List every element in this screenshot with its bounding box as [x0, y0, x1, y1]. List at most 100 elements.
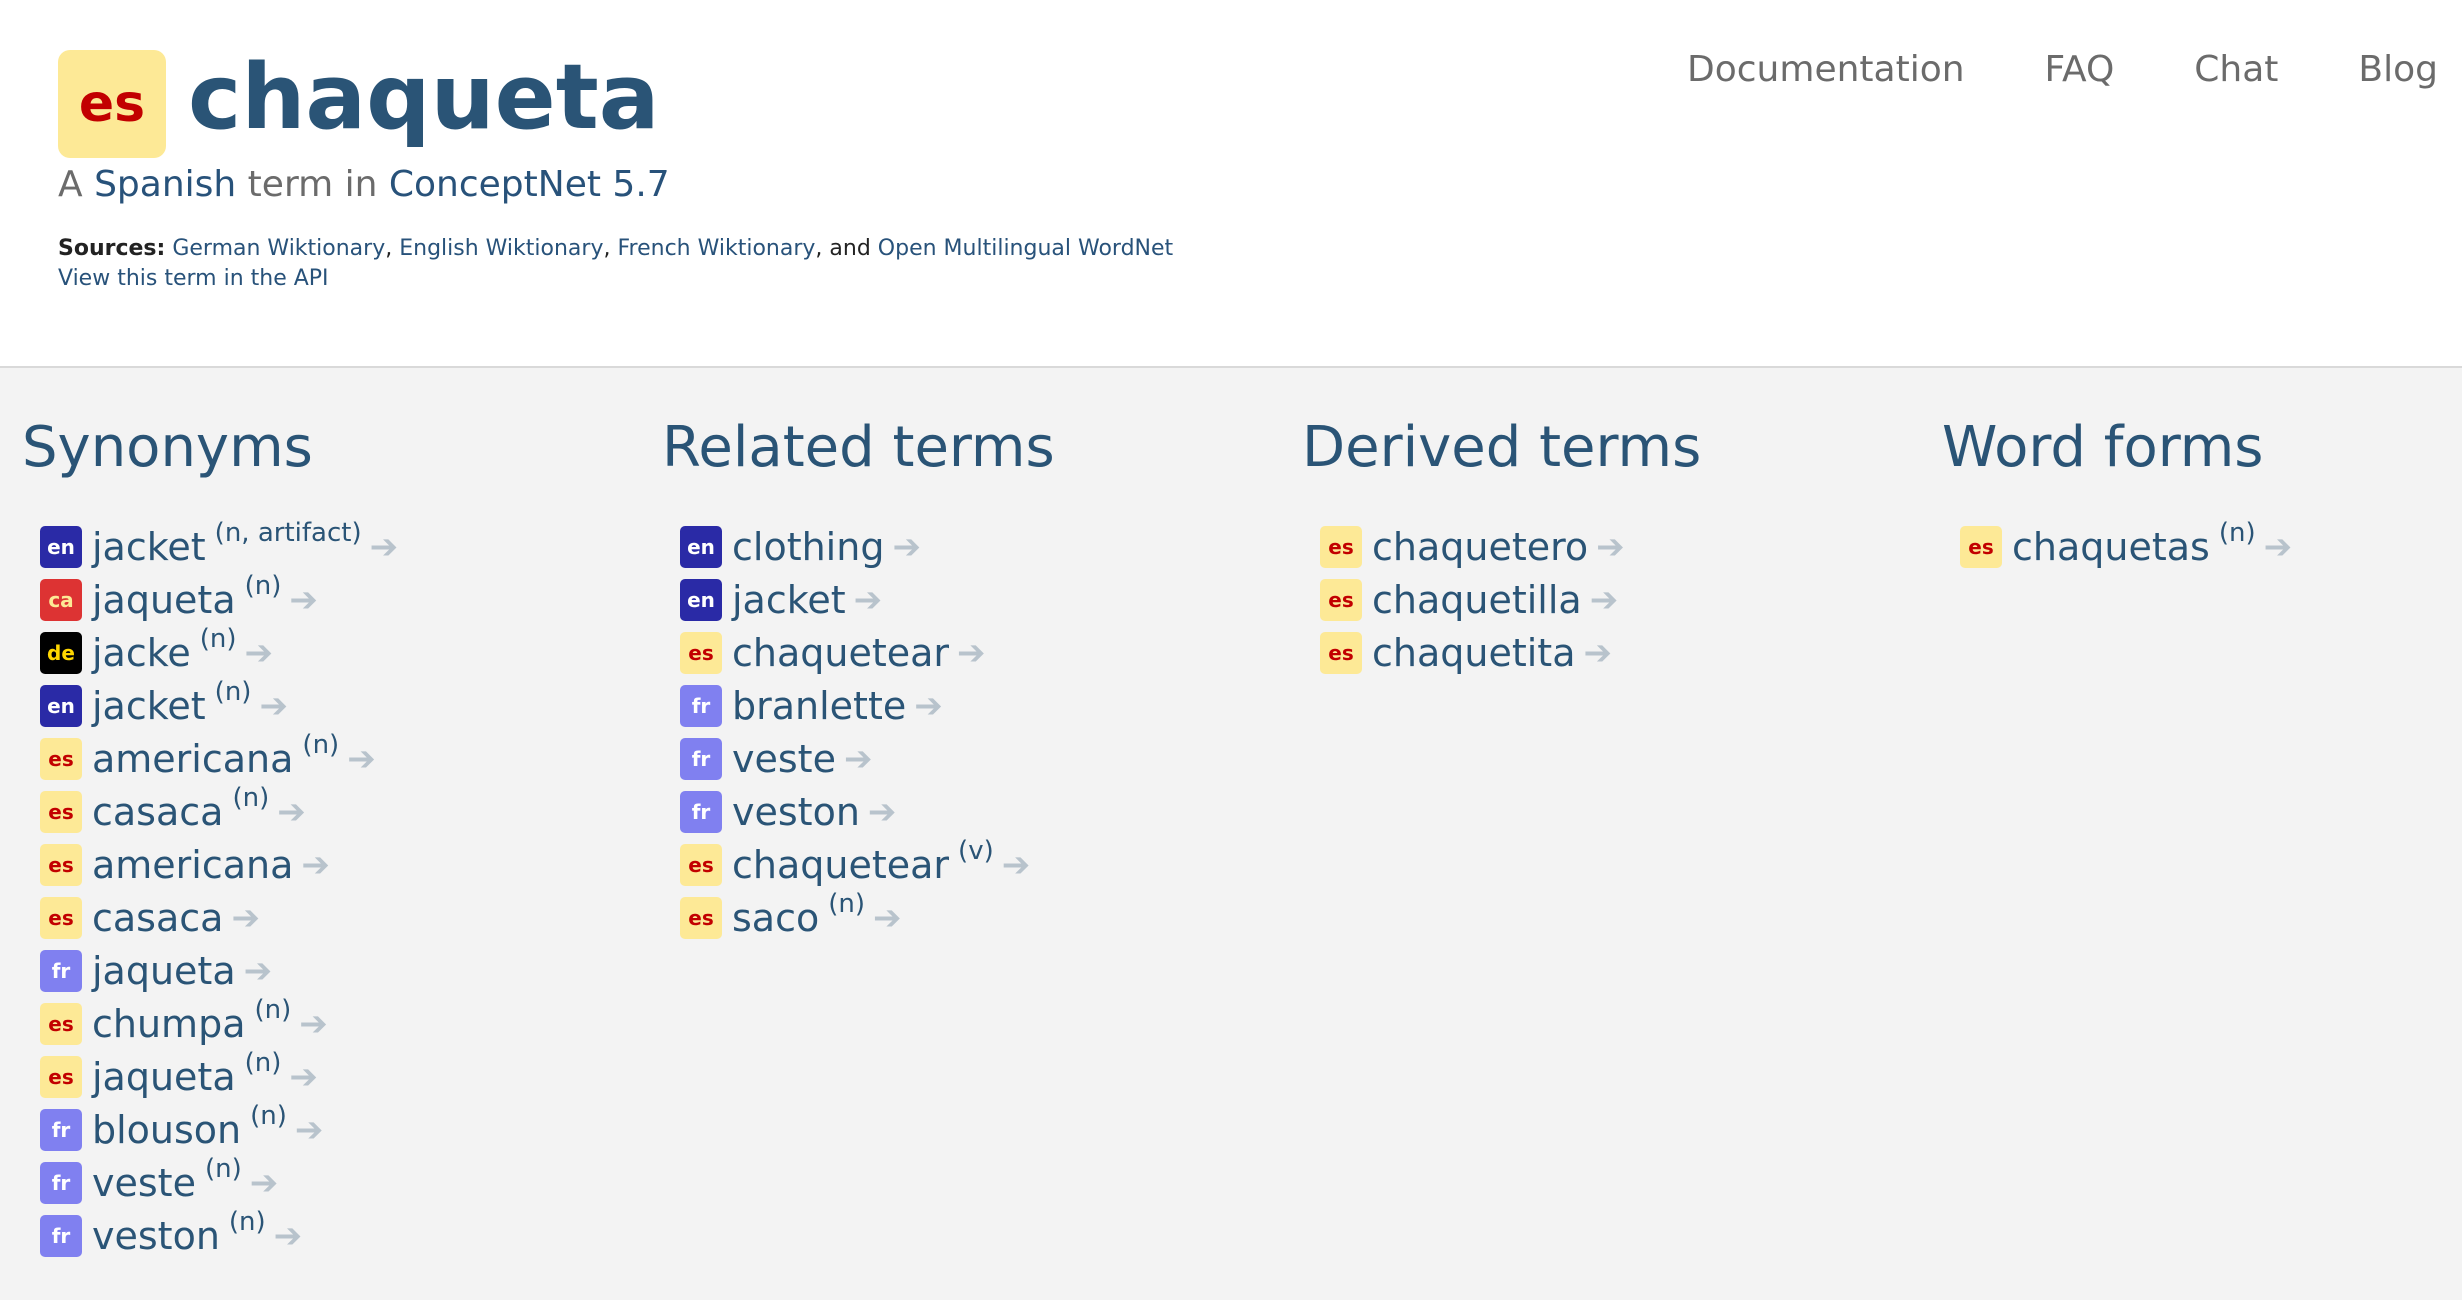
arrow-right-icon[interactable]: ➔: [1584, 633, 1613, 673]
language-badge: fr: [680, 790, 722, 833]
arrow-right-icon[interactable]: ➔: [892, 527, 921, 567]
section-title: Related terms: [662, 415, 1055, 480]
term-link[interactable]: blouson: [92, 1108, 241, 1152]
arrow-right-icon[interactable]: ➔: [244, 951, 273, 991]
section-title: Derived terms: [1302, 415, 1702, 480]
term-link[interactable]: veste: [92, 1161, 196, 1205]
arrow-right-icon[interactable]: ➔: [289, 1057, 318, 1097]
list-item: es casaca (n) ➔: [40, 783, 622, 838]
term-link[interactable]: chaquetear: [732, 631, 949, 675]
arrow-right-icon[interactable]: ➔: [259, 686, 288, 726]
list-item: fr blouson (n) ➔: [40, 1100, 622, 1156]
list-item: fr veston ➔: [680, 785, 1262, 838]
arrow-right-icon[interactable]: ➔: [231, 898, 260, 938]
language-badge: en: [680, 578, 722, 621]
term-link[interactable]: jacket: [732, 578, 846, 622]
arrow-right-icon[interactable]: ➔: [957, 633, 986, 673]
language-badge: es: [680, 843, 722, 886]
section-synonyms: Synonyms en jacket (n, artifact) ➔ ca jaqueta…: [22, 415, 622, 1262]
term-link[interactable]: americana: [92, 843, 293, 887]
language-badge: fr: [40, 1214, 82, 1257]
conceptnet-link[interactable]: ConceptNet 5.7: [389, 164, 670, 205]
term-link[interactable]: jaqueta: [92, 949, 236, 993]
term-link[interactable]: chaquetero: [1372, 525, 1588, 569]
arrow-right-icon[interactable]: ➔: [295, 1110, 324, 1150]
list-item: en jacket (n, artifact) ➔: [40, 517, 622, 573]
language-badge: es: [1960, 525, 2002, 568]
term-link[interactable]: jacke: [92, 631, 191, 675]
term-link[interactable]: clothing: [732, 525, 884, 569]
arrow-right-icon[interactable]: ➔: [299, 1004, 328, 1044]
list-item: de jacke (n) ➔: [40, 624, 622, 679]
arrow-right-icon[interactable]: ➔: [301, 845, 330, 885]
term-link[interactable]: chaquetear: [732, 843, 949, 887]
list-item: fr branlette ➔: [680, 679, 1262, 732]
term-list: es chaquetas (n) ➔: [1942, 518, 2462, 573]
nav-blog[interactable]: Blog: [2358, 48, 2438, 91]
top-nav: Documentation FAQ Chat Blog: [1687, 48, 2438, 91]
arrow-right-icon[interactable]: ➔: [844, 739, 873, 779]
language-badge: fr: [40, 949, 82, 992]
arrow-right-icon[interactable]: ➔: [370, 527, 399, 567]
part-of-speech: (n, artifact): [214, 517, 362, 548]
part-of-speech: (n): [250, 1100, 287, 1131]
language-link[interactable]: Spanish: [94, 164, 236, 205]
term-link[interactable]: branlette: [732, 684, 906, 728]
section-title: Word forms: [1942, 415, 2264, 480]
nav-chat[interactable]: Chat: [2194, 48, 2278, 91]
arrow-right-icon[interactable]: ➔: [868, 792, 897, 832]
term-link[interactable]: saco: [732, 896, 819, 940]
arrow-right-icon[interactable]: ➔: [274, 1216, 303, 1256]
part-of-speech: (n): [244, 1047, 282, 1078]
list-item: fr veste ➔: [680, 732, 1262, 785]
list-item: es chaquetilla ➔: [1320, 573, 1902, 626]
part-of-speech: (n): [214, 676, 252, 707]
part-of-speech: (n): [254, 994, 292, 1025]
term-link[interactable]: casaca: [92, 790, 223, 834]
arrow-right-icon[interactable]: ➔: [245, 633, 274, 673]
nav-faq[interactable]: FAQ: [2045, 48, 2115, 91]
term-link[interactable]: chaquetilla: [1372, 578, 1582, 622]
arrow-right-icon[interactable]: ➔: [1590, 580, 1619, 620]
arrow-right-icon[interactable]: ➔: [873, 898, 902, 938]
arrow-right-icon[interactable]: ➔: [1002, 845, 1031, 885]
source-link-english-wiktionary[interactable]: English Wiktionary: [399, 236, 603, 261]
section-related-terms: Related terms en clothing ➔ en jacket ➔ es chaq…: [662, 415, 1262, 944]
list-item: ca jaqueta (n) ➔: [40, 571, 622, 626]
arrow-right-icon[interactable]: ➔: [347, 739, 376, 779]
term-link[interactable]: casaca: [92, 896, 223, 940]
term-link[interactable]: veston: [92, 1214, 220, 1258]
language-badge: es: [40, 843, 82, 886]
source-link-german-wiktionary[interactable]: German Wiktionary: [172, 236, 385, 261]
term-link[interactable]: jaqueta: [92, 1055, 236, 1099]
language-badge: en: [680, 525, 722, 568]
term-subtitle: A Spanish term in ConceptNet 5.7: [58, 163, 670, 206]
source-link-french-wiktionary[interactable]: French Wiktionary: [617, 236, 815, 261]
arrow-right-icon[interactable]: ➔: [1596, 527, 1625, 567]
source-link-open-multilingual-wordnet[interactable]: Open Multilingual WordNet: [878, 236, 1173, 261]
term-link[interactable]: jacket: [92, 684, 206, 728]
arrow-right-icon[interactable]: ➔: [914, 686, 943, 726]
term-link[interactable]: chaquetita: [1372, 631, 1576, 675]
term-link[interactable]: chumpa: [92, 1002, 245, 1046]
language-badge: es: [1320, 578, 1362, 621]
arrow-right-icon[interactable]: ➔: [854, 580, 883, 620]
term-link[interactable]: veston: [732, 790, 860, 834]
term-link[interactable]: americana: [92, 737, 293, 781]
sources-line: Sources: German Wiktionary, English Wikt…: [58, 234, 1173, 264]
page-header: es chaqueta A Spanish term in ConceptNet…: [0, 0, 2462, 368]
term-link[interactable]: veste: [732, 737, 836, 781]
arrow-right-icon[interactable]: ➔: [250, 1163, 279, 1203]
term-link[interactable]: jaqueta: [92, 578, 236, 622]
api-link[interactable]: View this term in the API: [58, 266, 329, 291]
term-link[interactable]: jacket: [92, 525, 206, 569]
arrow-right-icon[interactable]: ➔: [289, 580, 318, 620]
list-item: fr veste (n) ➔: [40, 1154, 622, 1209]
list-item: es jaqueta (n) ➔: [40, 1047, 622, 1103]
nav-documentation[interactable]: Documentation: [1687, 48, 1965, 91]
language-badge: es: [680, 631, 722, 674]
arrow-right-icon[interactable]: ➔: [2264, 527, 2293, 567]
page-title: chaqueta: [188, 45, 660, 150]
term-link[interactable]: chaquetas: [2012, 525, 2210, 569]
arrow-right-icon[interactable]: ➔: [277, 792, 306, 832]
